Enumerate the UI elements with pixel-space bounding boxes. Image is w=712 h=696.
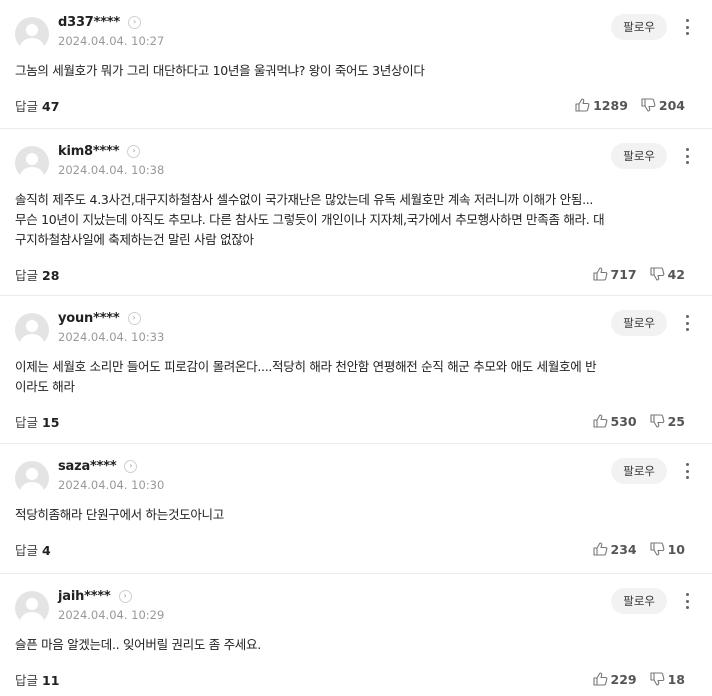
comment-text-line: 이라도 해라 [15,379,75,394]
reply-button[interactable]: 답글 47 [15,96,59,115]
comment-item: youn**** › 2024.04.04. 10:33 팔로우 이제는 세월호… [0,296,712,444]
more-options-icon[interactable] [684,146,690,166]
dislike-button[interactable]: 18 [650,672,685,687]
dislike-button[interactable]: 204 [641,98,685,113]
follow-button[interactable]: 팔로우 [611,310,667,336]
comment-text-line: 적당히좀해라 단원구에서 하는것도아니고 [15,507,224,522]
thumbs-down-icon [641,98,656,112]
comment-date: 2024.04.04. 10:27 [58,34,165,48]
comment-text-line: 솔직히 제주도 4.3사건,대구지하철참사 셀수없이 국가재난은 많았는데 유독… [15,192,594,207]
nickname[interactable]: kim8**** [58,144,119,159]
comment-text: 이제는 세월호 소리만 들어도 피로감이 몰려온다....적당히 해라 천안함 … [15,357,685,397]
follow-button[interactable]: 팔로우 [611,458,667,484]
reply-count: 4 [42,542,51,558]
dislike-count: 18 [667,671,685,687]
thumbs-up-icon [592,542,607,556]
like-count: 229 [610,671,637,687]
dislike-count: 42 [667,266,685,282]
comment-list: d337**** › 2024.04.04. 10:27 팔로우 그놈의 세월호… [0,0,712,696]
like-count: 1289 [593,97,628,113]
comment-item: jaih**** › 2024.04.04. 10:29 팔로우 슬픈 마음 알… [0,574,712,696]
like-count: 234 [610,541,637,557]
thumbs-down-icon [650,414,664,428]
follow-button[interactable]: 팔로우 [611,588,667,614]
comment-item: kim8**** › 2024.04.04. 10:38 팔로우 솔직히 제주도… [0,129,712,296]
chevron-right-icon[interactable]: › [124,459,138,473]
reply-label: 답글 [15,542,39,558]
reply-button[interactable]: 답글 11 [15,670,59,689]
comment-date: 2024.04.04. 10:33 [58,330,165,344]
nickname[interactable]: jaih**** [58,589,111,604]
comment-date: 2024.04.04. 10:29 [58,608,165,622]
reply-count: 11 [42,672,60,688]
dislike-button[interactable]: 42 [650,267,685,282]
avatar[interactable] [15,313,49,347]
chevron-right-icon[interactable]: › [128,15,142,29]
like-button[interactable]: 717 [592,266,637,282]
comment-date: 2024.04.04. 10:38 [58,163,165,177]
reply-button[interactable]: 답글 28 [15,265,59,284]
nickname[interactable]: youn**** [58,311,120,326]
comment-text: 적당히좀해라 단원구에서 하는것도아니고 [15,505,685,525]
comment-text-line: 그놈의 세월호가 뭐가 그리 대단하다고 10년을 울궈먹냐? 왕이 죽어도 3… [15,63,425,78]
comment-text-line: 구지하철참사일에 축제하는건 말린 사람 없잖아 [15,232,254,247]
reply-count: 28 [42,267,60,283]
more-options-icon[interactable] [684,591,690,611]
chevron-right-icon[interactable]: › [127,144,141,158]
comment-text-line: 무슨 10년이 지났는데 아직도 추모냐. 다른 참사도 그렇듯이 개인이나 지… [15,212,605,227]
comment-text-line: 슬픈 마음 알겠는데.. 잊어버릴 권리도 좀 주세요. [15,637,261,652]
comment-text: 슬픈 마음 알겠는데.. 잊어버릴 권리도 좀 주세요. [15,635,685,655]
thumbs-up-icon [592,672,607,686]
reply-label: 답글 [15,267,39,283]
avatar[interactable] [15,461,49,495]
reply-count: 15 [42,414,60,430]
avatar[interactable] [15,146,49,180]
thumbs-down-icon [650,267,664,281]
follow-button[interactable]: 팔로우 [611,143,667,169]
chevron-right-icon[interactable]: › [127,311,141,325]
comment-item: d337**** › 2024.04.04. 10:27 팔로우 그놈의 세월호… [0,0,712,129]
nickname[interactable]: d337**** [58,15,120,30]
dislike-button[interactable]: 10 [650,542,685,557]
like-button[interactable]: 1289 [575,98,628,113]
follow-button[interactable]: 팔로우 [611,14,667,40]
thumbs-down-icon [650,542,664,556]
like-count: 530 [610,413,637,429]
chevron-right-icon[interactable]: › [118,589,132,603]
reply-label: 답글 [15,98,39,114]
like-button[interactable]: 530 [592,413,637,429]
reply-count: 47 [42,98,60,114]
thumbs-up-icon [592,267,607,281]
thumbs-up-icon [575,98,590,112]
reply-button[interactable]: 답글 15 [15,412,59,431]
more-options-icon[interactable] [684,17,690,37]
like-button[interactable]: 229 [592,671,637,687]
comment-text: 솔직히 제주도 4.3사건,대구지하철참사 셀수없이 국가재난은 많았는데 유독… [15,190,685,250]
reply-label: 답글 [15,672,39,688]
dislike-count: 10 [667,541,685,557]
dislike-count: 25 [667,413,685,429]
like-button[interactable]: 234 [592,541,637,557]
more-options-icon[interactable] [684,313,690,333]
comment-item: saza**** › 2024.04.04. 10:30 팔로우 적당히좀해라 … [0,444,712,574]
like-count: 717 [610,266,637,282]
thumbs-up-icon [592,414,607,428]
comment-text-line: 이제는 세월호 소리만 들어도 피로감이 몰려온다....적당히 해라 천안함 … [15,359,597,374]
dislike-button[interactable]: 25 [650,414,685,429]
reply-label: 답글 [15,414,39,430]
thumbs-down-icon [650,672,664,686]
nickname[interactable]: saza**** [58,459,117,474]
dislike-count: 204 [658,97,685,113]
reply-button[interactable]: 답글 4 [15,540,51,559]
comment-date: 2024.04.04. 10:30 [58,478,165,492]
avatar[interactable] [15,17,49,51]
comment-text: 그놈의 세월호가 뭐가 그리 대단하다고 10년을 울궈먹냐? 왕이 죽어도 3… [15,61,685,81]
avatar[interactable] [15,591,49,625]
more-options-icon[interactable] [684,461,690,481]
